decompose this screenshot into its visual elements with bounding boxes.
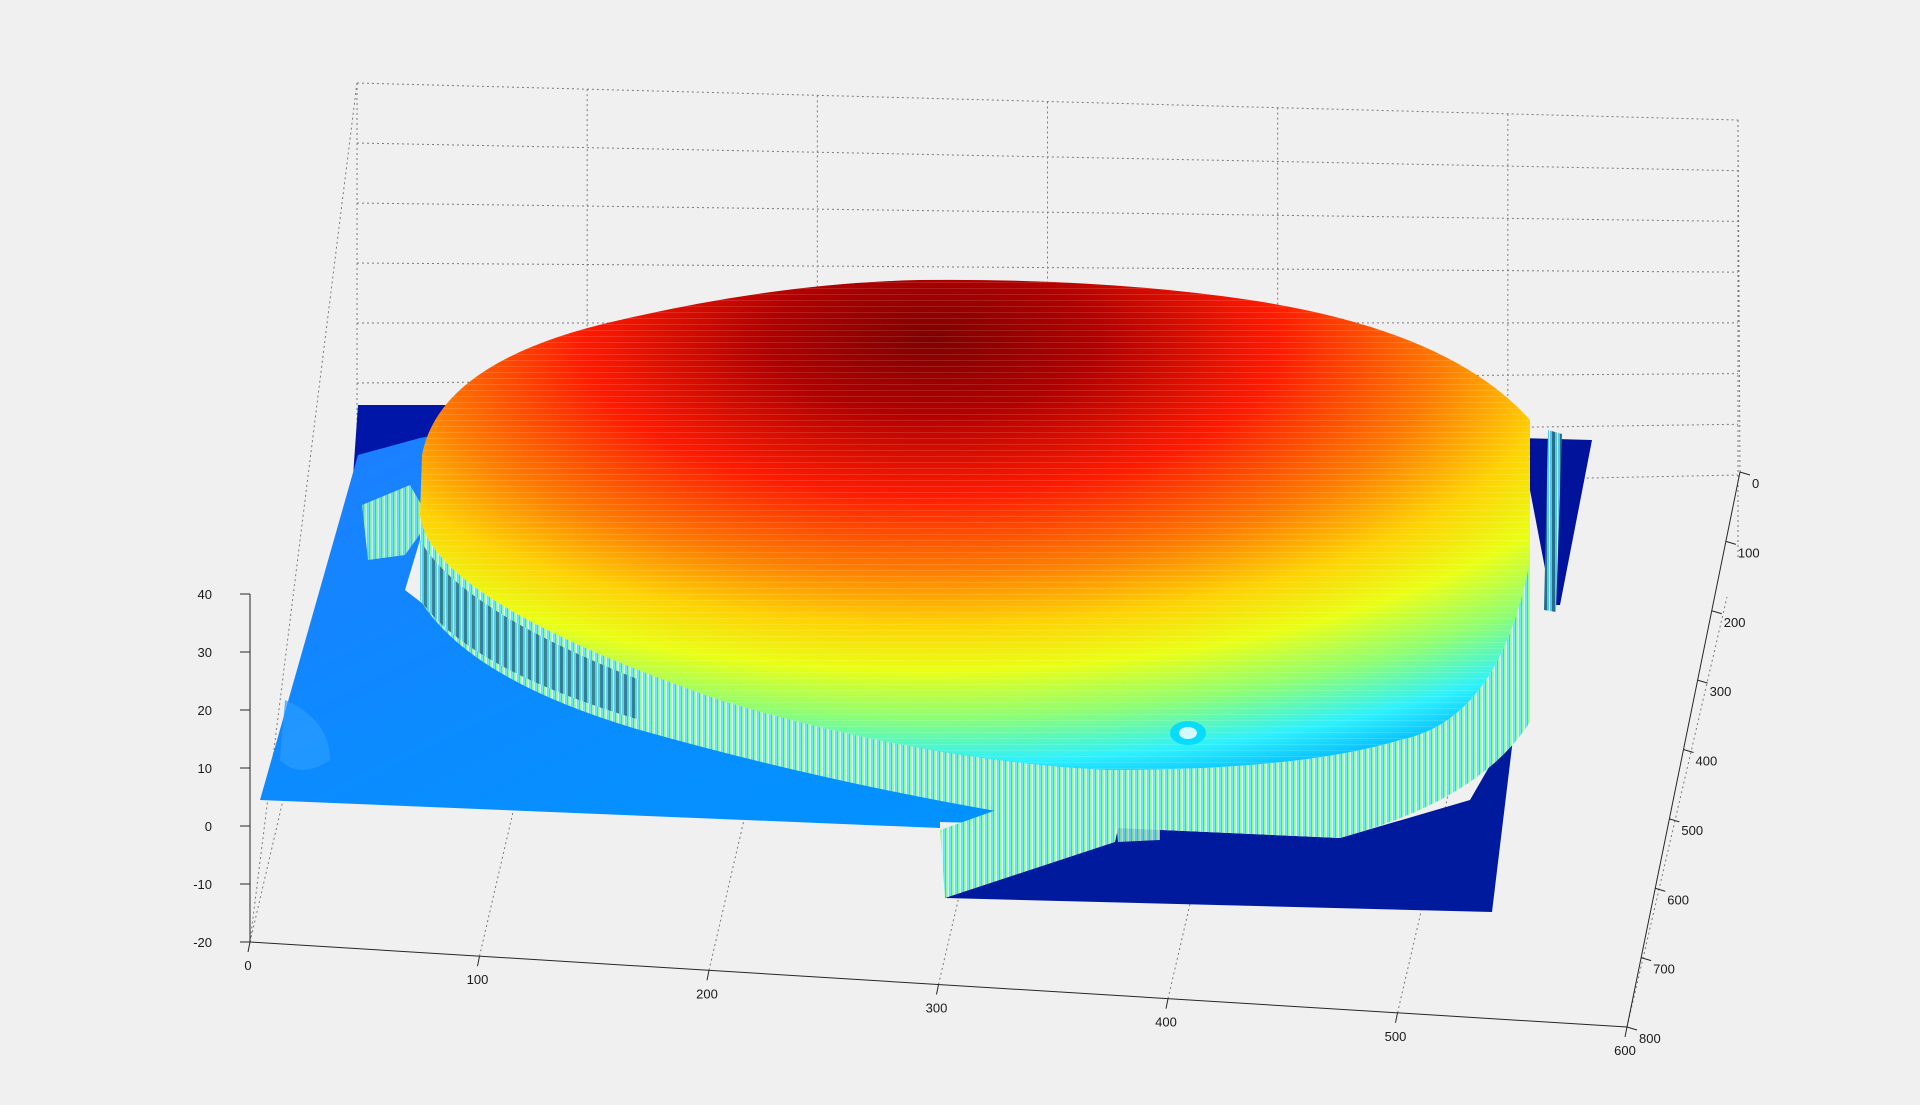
y-tick-mark (1739, 471, 1751, 476)
x-tick-label: 100 (467, 972, 489, 987)
y-tick-mark (1683, 749, 1694, 753)
z-tick-label: 40 (198, 587, 212, 602)
x-tick-label: 600 (1614, 1043, 1636, 1058)
y-tick-label: 200 (1724, 615, 1746, 630)
x-tick-mark (1395, 1012, 1398, 1023)
x-tick-mark (706, 970, 710, 981)
z-tick-label: 30 (198, 645, 212, 660)
x-tick-mark (1165, 998, 1169, 1009)
grid-line-left-edge (249, 82, 358, 943)
x-tick-label: 0 (244, 958, 251, 973)
z-tick-label: 10 (198, 761, 212, 776)
x-axis-ticks: 0 100 200 300 400 500 600 (244, 941, 1636, 1058)
y-tick-mark (1640, 957, 1652, 962)
y-tick-label: 700 (1653, 962, 1675, 977)
wall-notch-front (1110, 765, 1160, 842)
y-tick-mark (1725, 540, 1737, 545)
x-tick-label: 400 (1155, 1015, 1177, 1030)
grid-line-floor-x (1626, 596, 1728, 1028)
z-tick-label: 20 (198, 703, 212, 718)
z-axis-ticks: -20 -10 0 10 20 30 40 (193, 587, 250, 950)
surface (260, 279, 1592, 912)
dome-dimple-core (1179, 727, 1197, 739)
y-tick-label: 600 (1667, 892, 1689, 907)
y-axis-ticks: 0 100 200 300 400 500 600 700 800 (1626, 471, 1760, 1046)
y-tick-label: 400 (1696, 754, 1718, 769)
x-tick-label: 200 (696, 986, 718, 1001)
x-tick-label: 500 (1385, 1029, 1407, 1044)
x-tick-label: 300 (926, 1001, 948, 1016)
z-tick-label: -10 (193, 877, 212, 892)
y-tick-label: 800 (1639, 1031, 1661, 1046)
x-tick-mark (1624, 1026, 1628, 1038)
x-tick-mark (247, 941, 251, 953)
x-tick-mark (936, 984, 939, 995)
y-tick-mark (1655, 887, 1666, 892)
surface-plot: 0100200300400500600 01002003004005006007… (193, 82, 1760, 1058)
z-tick-label: 0 (205, 819, 212, 834)
y-tick-mark (1697, 679, 1708, 684)
z-tick-label: -20 (193, 935, 212, 950)
y-tick-label: 500 (1681, 823, 1703, 838)
y-tick-mark (1711, 610, 1722, 615)
y-tick-label: 100 (1738, 545, 1760, 560)
x-tick-mark (477, 956, 480, 967)
y-tick-label: 300 (1710, 684, 1732, 699)
y-tick-label: 0 (1752, 476, 1759, 491)
y-tick-mark (1626, 1026, 1638, 1031)
